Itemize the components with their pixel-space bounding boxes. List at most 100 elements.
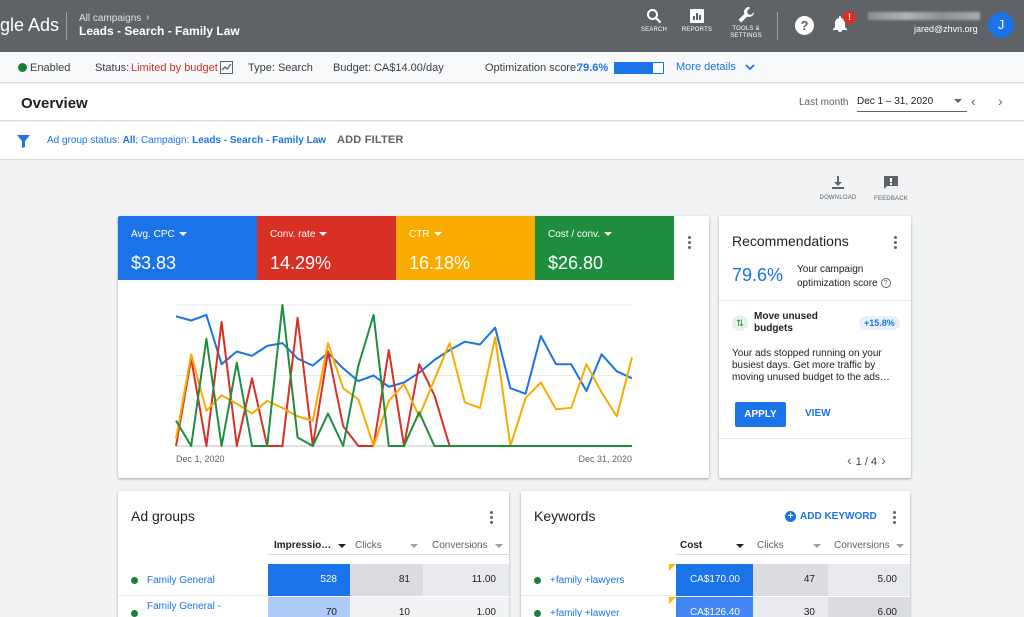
campaign-budget[interactable]: Budget: CA$14.00/day [333, 62, 444, 74]
apply-button[interactable]: APPLY [735, 402, 786, 427]
add-keyword-button[interactable]: + ADD KEYWORD [785, 511, 877, 522]
series-line-avg-cpc [175, 313, 633, 395]
wrench-icon [738, 7, 754, 23]
search-icon [647, 9, 662, 24]
column-header-cost[interactable]: Cost [676, 533, 753, 555]
recommendations-more-options-icon[interactable] [894, 236, 897, 251]
campaign-title[interactable]: Leads - Search - Family Law [79, 24, 240, 38]
enabled-status-dot [534, 577, 541, 584]
warning-flag-icon[interactable] [669, 597, 676, 604]
avatar[interactable]: J [988, 12, 1014, 38]
cost-cell: CA$170.00 [676, 564, 753, 596]
cost-cell: CA$126.40 [676, 597, 753, 617]
add-keyword-label: ADD KEYWORD [800, 511, 877, 522]
enabled-status-dropdown[interactable]: Enabled [30, 62, 70, 74]
title-line: Move unused [754, 311, 818, 322]
table-row[interactable]: Family General 528 81 11.00 [118, 564, 509, 596]
metric-name: CTR [409, 229, 430, 240]
active-filter[interactable]: Ad group status: All; Campaign: Leads - … [47, 135, 326, 146]
metric-tile-cost-per-conv[interactable]: Cost / conv. $26.80 [535, 216, 674, 280]
reports-tool-button[interactable]: REPORTS [681, 8, 713, 34]
optimization-score-value: 79.6% [577, 62, 609, 74]
view-button[interactable]: VIEW [805, 408, 831, 419]
table-row[interactable]: +family +lawyer CA$126.40 30 6.00 [521, 597, 910, 617]
metric-value: $26.80 [548, 253, 604, 273]
column-header-clicks[interactable]: Clicks [753, 533, 828, 555]
account-email[interactable]: jared@zhvn.org [914, 24, 978, 34]
metric-value: 16.18% [409, 253, 471, 273]
metric-tile-ctr[interactable]: CTR 16.18% [396, 216, 535, 280]
campaign-status-bar: Enabled Status: Limited by budget Type: … [0, 52, 1024, 83]
warning-flag-icon[interactable] [669, 564, 676, 571]
pager-prev-button[interactable]: ‹ [847, 452, 852, 468]
keywords-more-options-icon[interactable] [893, 511, 896, 526]
metric-selector[interactable]: Cost / conv. [548, 229, 613, 240]
column-label: Conversions [834, 540, 890, 551]
feedback-button[interactable]: FEEDBACK [871, 175, 911, 202]
download-button[interactable]: DOWNLOAD [818, 175, 858, 201]
notification-badge: ! [843, 11, 856, 24]
account-name-redacted [868, 12, 980, 20]
impressions-cell: 70 [268, 597, 350, 617]
next-period-button[interactable]: › [998, 93, 1003, 109]
optimization-score-fill [615, 63, 654, 73]
info-icon[interactable]: ? [880, 278, 891, 289]
previous-period-button[interactable]: ‹ [971, 93, 976, 109]
add-filter-button[interactable]: ADD FILTER [337, 134, 404, 146]
optimization-score-caption: Your campaign optimization score? [797, 263, 891, 291]
overview-header: Overview Last month Dec 1 – 31, 2020 ‹ › [0, 84, 1024, 121]
metric-selector[interactable]: Conv. rate [270, 229, 328, 240]
metric-tile-conv-rate[interactable]: Conv. rate 14.29% [257, 216, 396, 280]
trend-chart-icon[interactable] [220, 61, 233, 74]
metric-selector[interactable]: Avg. CPC [131, 229, 187, 240]
status-value[interactable]: Limited by budget [131, 62, 218, 74]
more-details-label: More details [676, 61, 736, 73]
caret-down-icon [178, 232, 187, 237]
optimization-score: 79.6% [732, 265, 784, 285]
enabled-status-dot [534, 610, 541, 617]
recommendation-pager: ‹ 1 / 4 › [847, 452, 886, 468]
column-header-impressions[interactable]: Impressio… [268, 533, 350, 555]
keyword-link[interactable]: +family +lawyer [550, 608, 619, 617]
column-label: Conversions [432, 540, 488, 551]
campaign-type: Type: Search [248, 62, 313, 74]
caption-line: optimization score [797, 278, 878, 289]
metric-selector[interactable]: CTR [409, 229, 442, 240]
more-details-button[interactable]: More details [676, 61, 755, 73]
caret-down-icon [896, 544, 904, 548]
chart-more-options-icon[interactable] [688, 236, 691, 251]
recommendations-title: Recommendations [732, 233, 849, 249]
tools-settings-button[interactable]: TOOLS & SETTINGS [727, 5, 765, 40]
caption-line: Your campaign [797, 264, 864, 275]
pager-next-button[interactable]: › [881, 452, 886, 468]
keyword-link[interactable]: +family +lawyers [550, 575, 624, 586]
clicks-cell: 81 [350, 564, 423, 596]
metric-value: 14.29% [270, 253, 332, 273]
filter-icon[interactable] [17, 135, 30, 148]
date-range-picker[interactable]: Dec 1 – 31, 2020 [857, 96, 967, 112]
table-row[interactable]: +family +lawyers CA$170.00 47 5.00 [521, 564, 910, 596]
breadcrumb-all-campaigns[interactable]: All campaigns [79, 13, 141, 24]
metric-name: Avg. CPC [131, 229, 175, 240]
table-row[interactable]: Family General - 70 10 1.00 [118, 597, 509, 617]
column-label: Impressio… [274, 540, 332, 551]
download-label: DOWNLOAD [819, 195, 857, 201]
google-ads-logo[interactable]: gle Ads [0, 15, 59, 36]
column-label: Cost [680, 540, 703, 551]
ad-group-name-link[interactable]: Family General [147, 575, 215, 586]
column-label: Clicks [757, 540, 784, 551]
filter-prefix: Ad group status: [47, 135, 123, 146]
ad-group-name-link[interactable]: Family General - [147, 601, 221, 612]
divider [66, 12, 67, 40]
metric-tile-avg-cpc[interactable]: Avg. CPC $3.83 [118, 216, 257, 280]
column-header-conversions[interactable]: Conversions [423, 533, 509, 555]
pager-text: 1 / 4 [855, 456, 878, 468]
ad-groups-more-options-icon[interactable] [490, 511, 493, 526]
ad-groups-title: Ad groups [131, 508, 195, 524]
column-header-clicks[interactable]: Clicks [350, 533, 423, 555]
column-header-conversions[interactable]: Conversions [828, 533, 910, 555]
search-tool-label: SEARCH [640, 27, 668, 33]
keywords-card: Keywords + ADD KEYWORD Cost Clicks Conver… [521, 491, 910, 617]
search-tool-button[interactable]: SEARCH [640, 8, 668, 34]
help-icon[interactable]: ? [795, 16, 814, 35]
